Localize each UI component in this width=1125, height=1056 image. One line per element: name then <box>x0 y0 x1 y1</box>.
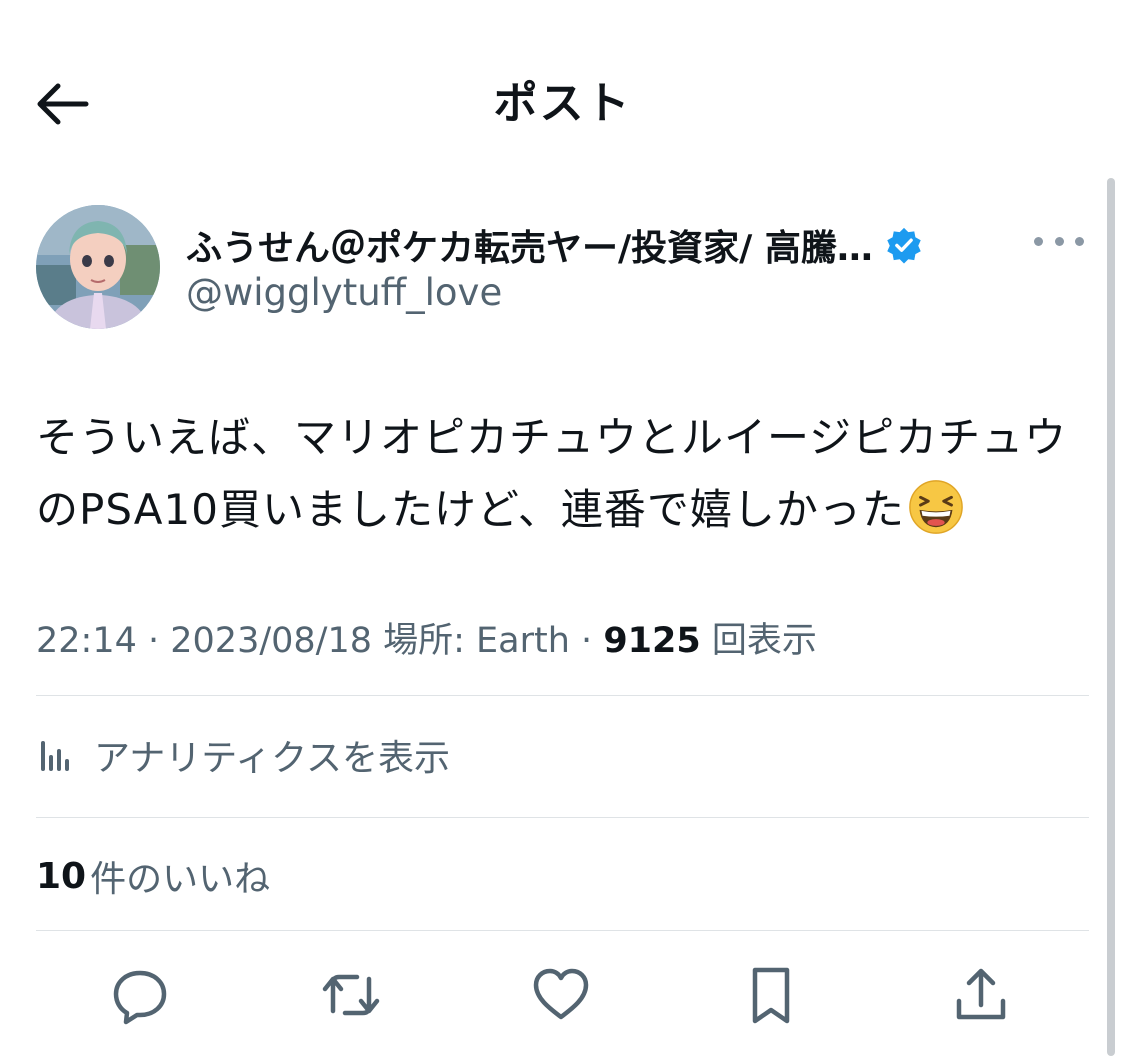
likes-link[interactable]: 10 件のいいね <box>36 846 270 906</box>
view-analytics-button[interactable]: アナリティクスを表示 <box>36 725 450 785</box>
scrollbar[interactable] <box>1107 178 1115 1056</box>
avatar[interactable] <box>36 205 160 329</box>
likes-count: 10 <box>36 855 87 897</box>
more-dot <box>1034 236 1043 246</box>
tweet-location: 場所: Earth <box>383 621 570 661</box>
views-label: 回表示 <box>711 621 817 661</box>
reply-icon <box>113 970 167 1025</box>
page-title: ポスト <box>493 78 632 129</box>
meta-separator: · <box>136 621 171 661</box>
more-options-button[interactable] <box>1034 223 1084 259</box>
more-dot <box>1075 236 1084 246</box>
retweet-icon <box>322 974 380 1016</box>
analytics-label: アナリティクスを表示 <box>94 738 451 779</box>
name-row: ふうせん＠ポケカ転売ヤー/投資家/ 高騰… <box>186 219 923 271</box>
user-handle[interactable]: @wigglytuff_love <box>186 271 502 314</box>
verified-badge-icon <box>887 227 921 264</box>
tweet-date[interactable]: 2023/08/18 <box>170 621 372 661</box>
more-dot <box>1054 236 1064 246</box>
display-name[interactable]: ふうせん＠ポケカ転売ヤー/投資家/ 高騰… <box>186 219 873 271</box>
reply-button[interactable] <box>105 960 175 1030</box>
divider <box>36 817 1089 818</box>
likes-label: 件のいいね <box>90 859 271 900</box>
tweet-time[interactable]: 22:14 <box>36 621 137 661</box>
analytics-icon <box>41 741 69 771</box>
share-icon <box>956 968 1006 1020</box>
heart-icon <box>533 968 589 1020</box>
retweet-button[interactable] <box>316 960 386 1030</box>
grinning-squinting-face-icon <box>909 480 963 534</box>
bookmark-icon <box>752 967 790 1024</box>
views-count: 9125 <box>603 621 701 661</box>
top-bar: ポスト <box>0 0 1125 200</box>
tweet-metadata: 22:14 · 2023/08/18 場所: Earth · 9125 回表示 <box>36 612 817 663</box>
share-button[interactable] <box>946 960 1016 1030</box>
divider <box>36 930 1089 931</box>
tweet-text: そういえば、マリオピカチュウとルイージピカチュウのPSA10買いましたけど、連番… <box>36 402 1076 546</box>
author-row: ふうせん＠ポケカ転売ヤー/投資家/ 高騰… @wigglytuff_love <box>36 205 1096 335</box>
bookmark-button[interactable] <box>736 960 806 1030</box>
action-bar <box>0 960 1125 1030</box>
divider <box>36 695 1089 696</box>
like-button[interactable] <box>526 960 596 1030</box>
meta-separator: · <box>569 621 604 661</box>
